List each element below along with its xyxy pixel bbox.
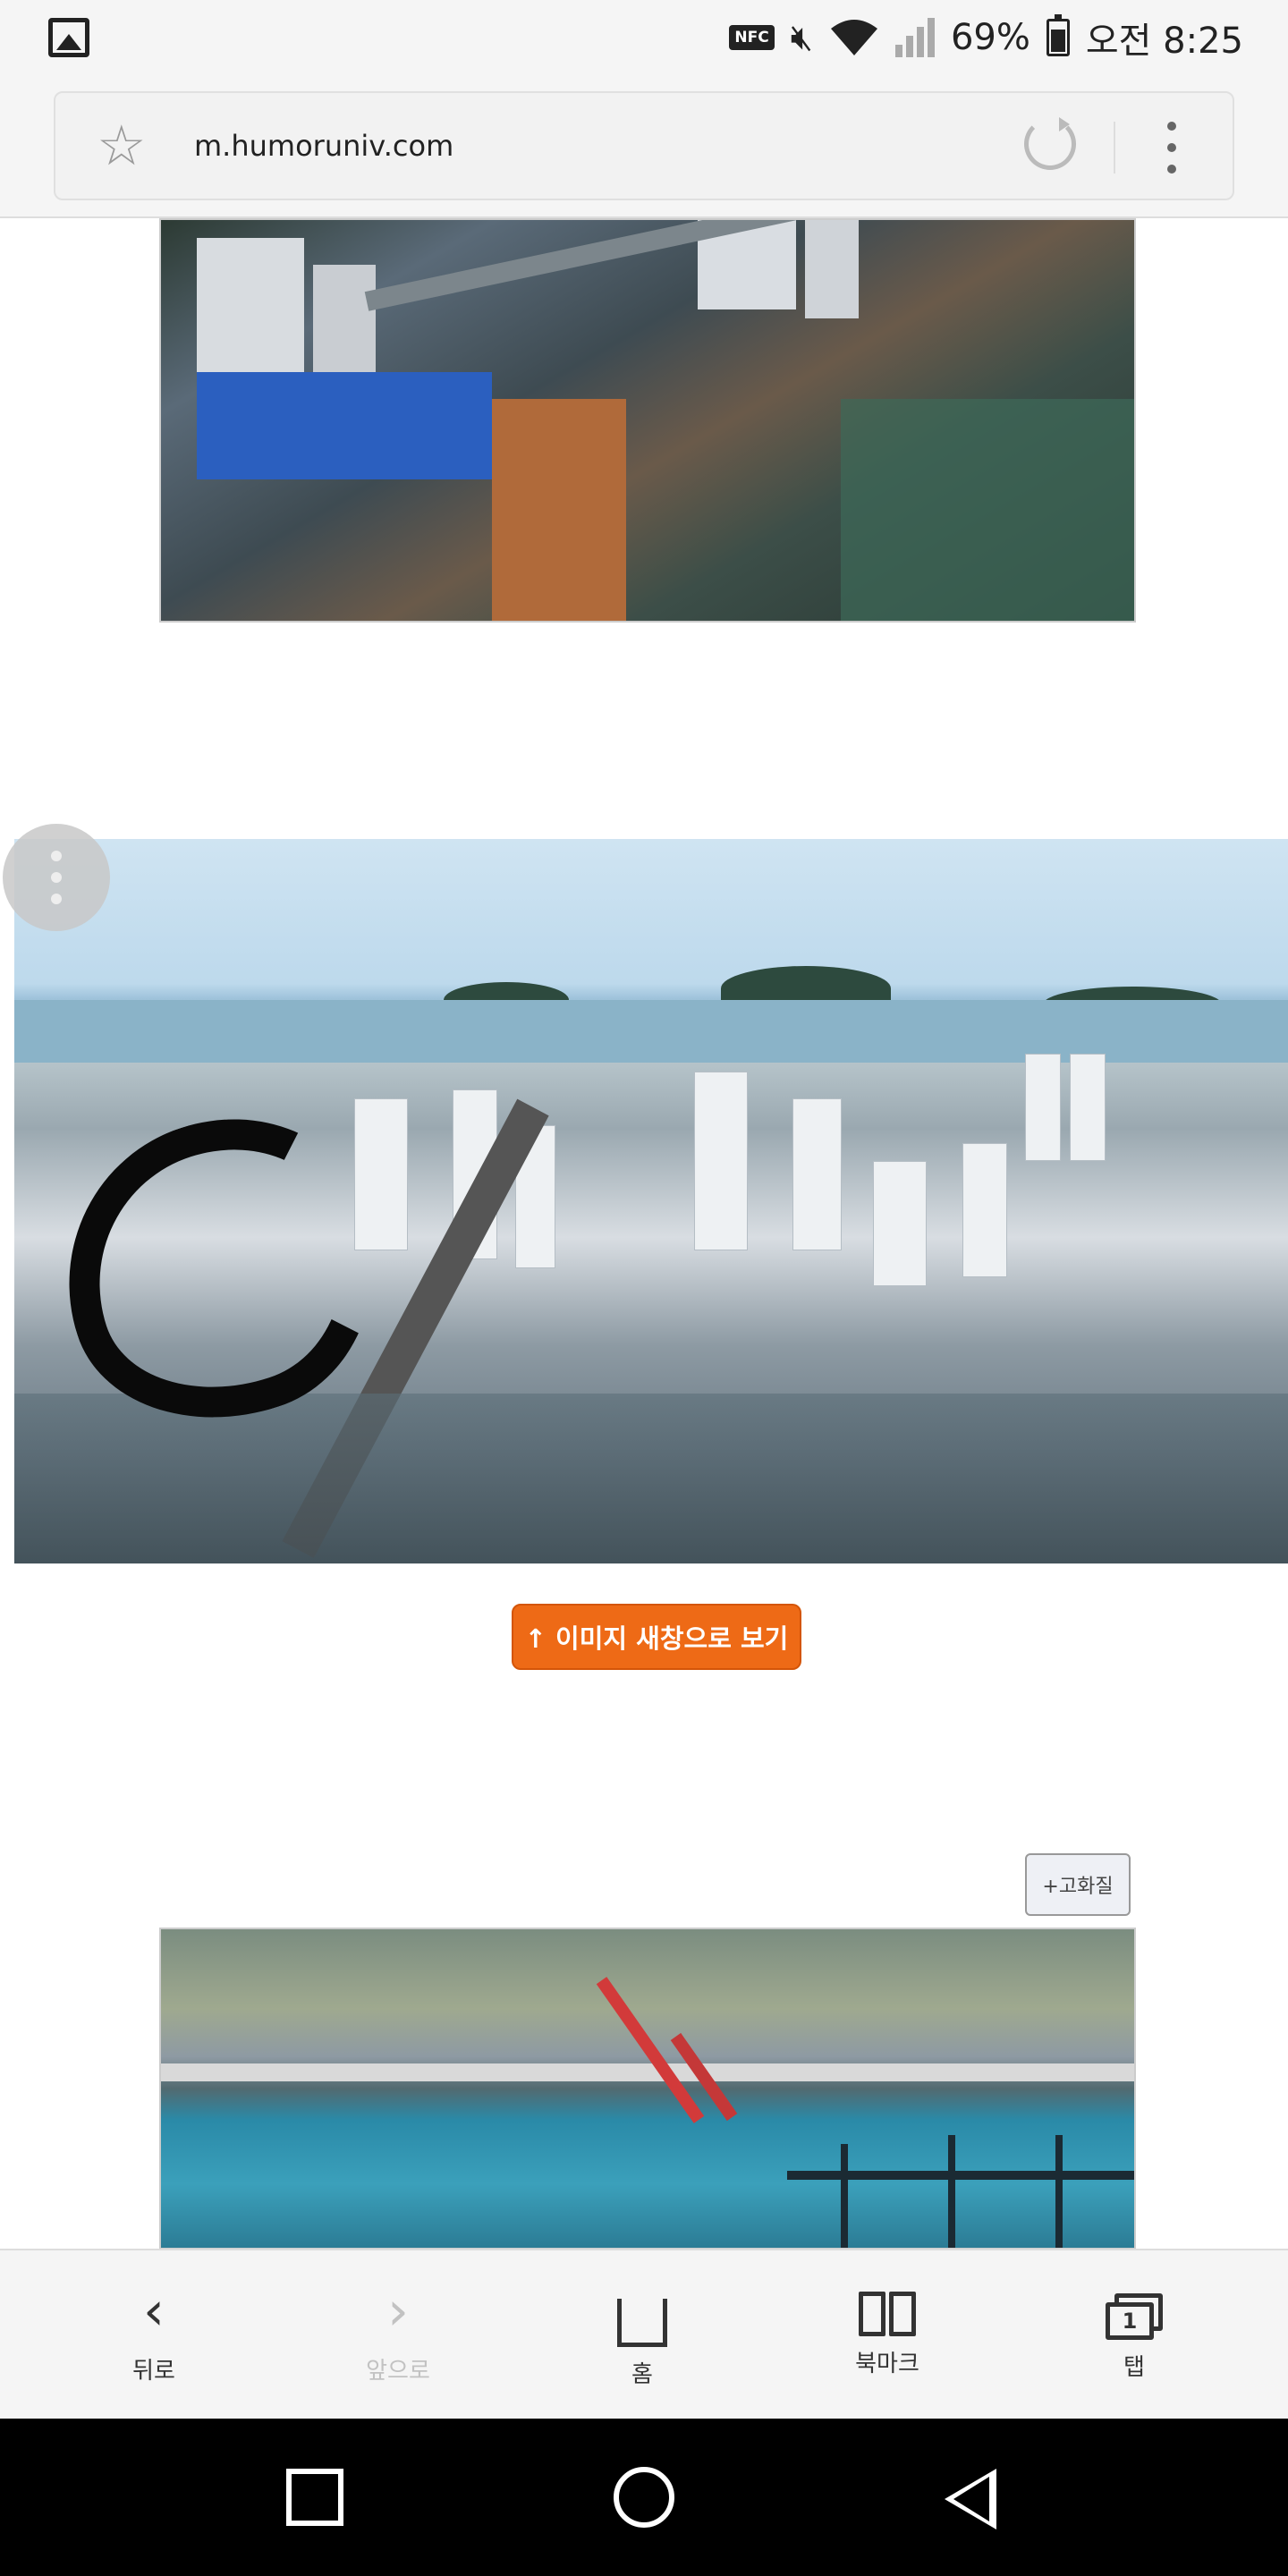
address-bar[interactable]: ☆ m.humoruniv.com [54, 91, 1234, 200]
battery-percent: 69% [950, 17, 1030, 58]
url-text[interactable]: m.humoruniv.com [194, 129, 453, 163]
back-icon: ‹ [143, 2280, 165, 2343]
battery-icon [1046, 14, 1070, 56]
recents-icon[interactable] [286, 2469, 343, 2526]
reload-icon[interactable] [1024, 117, 1076, 170]
home-circle-icon[interactable] [614, 2467, 674, 2528]
home-button[interactable]: 홈 [562, 2279, 723, 2389]
high-quality-button[interactable]: +고화질 [1025, 1853, 1131, 1916]
status-icons: NFC 🔇︎ 69% 오전 8:25 [729, 13, 1243, 63]
star-icon[interactable]: ☆ [97, 118, 147, 174]
tabs-icon: 1 [1106, 2293, 1163, 2340]
floating-more-button[interactable] [3, 824, 110, 931]
status-bar: NFC 🔇︎ 69% 오전 8:25 [0, 0, 1288, 75]
browser-toolbar: ‹ 뒤로 › 앞으로 홈 북마크 1 탭 [0, 2249, 1288, 2419]
home-label: 홈 [631, 2361, 653, 2388]
tab-count: 1 [1106, 2302, 1154, 2340]
harbor-image[interactable] [159, 1928, 1136, 2250]
forward-button[interactable]: › 앞으로 [318, 2279, 479, 2385]
tabs-button[interactable]: 1 탭 [1054, 2279, 1215, 2382]
divider [1114, 122, 1115, 174]
home-icon [617, 2299, 667, 2347]
menu-icon[interactable] [1167, 122, 1176, 174]
nfc-icon: NFC [729, 25, 775, 50]
system-nav-bar [0, 2419, 1288, 2576]
back-triangle-icon[interactable] [945, 2469, 996, 2529]
bookmark-button[interactable]: 북마크 [807, 2279, 968, 2378]
signal-icon [894, 18, 935, 57]
gallery-icon [48, 18, 89, 57]
tabs-label: 탭 [1123, 2354, 1145, 2381]
clock: 오전 8:25 [1085, 21, 1243, 62]
open-image-new-window-button[interactable]: ↑ 이미지 새창으로 보기 [512, 1604, 801, 1670]
back-label: 뒤로 [132, 2358, 175, 2385]
wifi-icon [830, 20, 877, 55]
pier [161, 2063, 1134, 2081]
browser-address-area: ☆ m.humoruniv.com [0, 75, 1288, 218]
forward-icon: › [387, 2280, 409, 2343]
city-aerial-image[interactable] [159, 218, 1136, 623]
bookmark-icon [859, 2292, 916, 2336]
mute-icon: 🔇︎ [790, 17, 813, 58]
forward-label: 앞으로 [366, 2358, 430, 2385]
bookmark-label: 북마크 [855, 2351, 919, 2377]
back-button[interactable]: ‹ 뒤로 [73, 2279, 234, 2385]
